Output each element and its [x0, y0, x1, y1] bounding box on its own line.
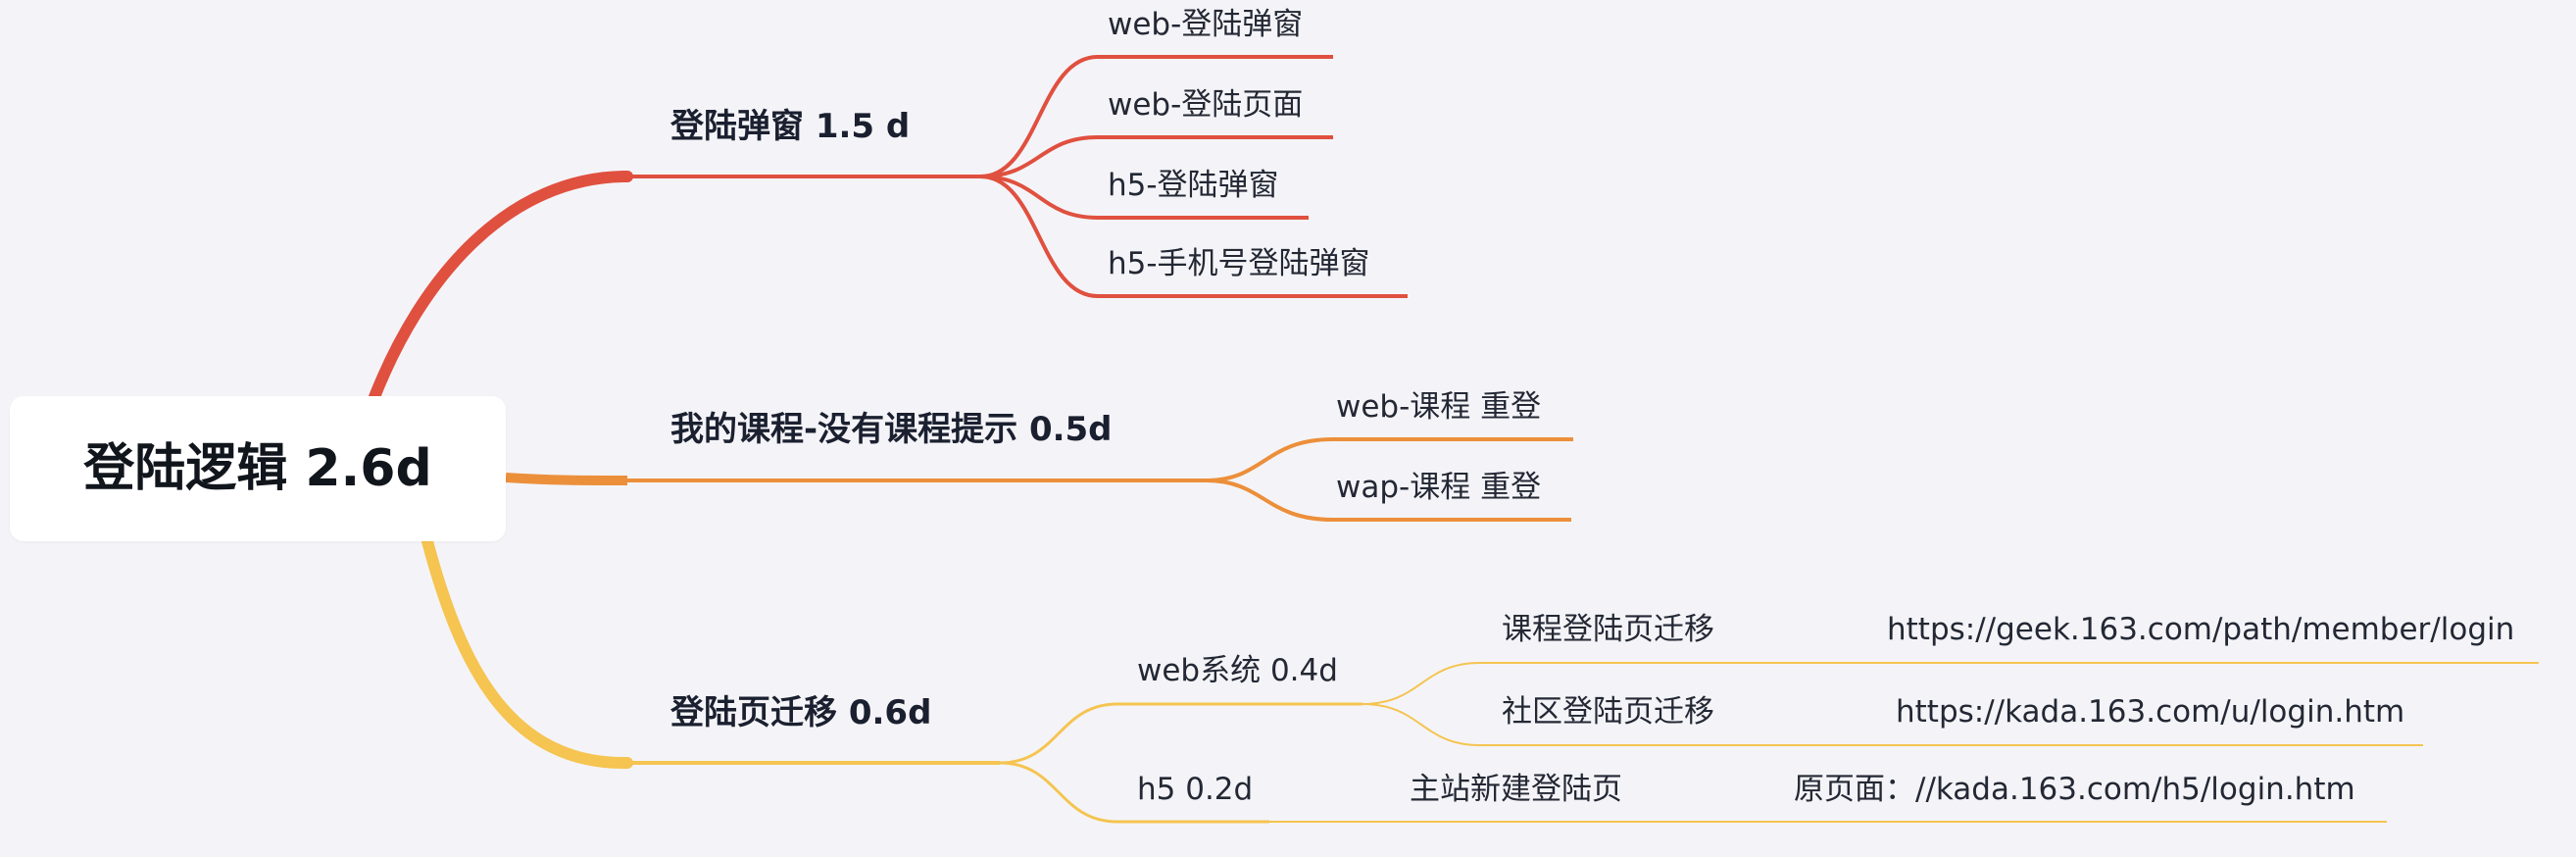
node-web-login-popup[interactable]: web-登陆弹窗	[1108, 10, 1303, 40]
node-web-login-page[interactable]: web-登陆页面	[1108, 90, 1303, 121]
node-web-system[interactable]: web系统 0.4d	[1137, 656, 1338, 686]
branch-login-migration-label[interactable]: 登陆页迁移 0.6d	[670, 696, 931, 730]
node-main-site-new-login-page[interactable]: 主站新建登陆页	[1410, 775, 1622, 805]
node-h5-login-popup[interactable]: h5-登陆弹窗	[1108, 171, 1279, 201]
connector-root-my-course	[505, 473, 628, 485]
root-node-label: 登陆逻辑 2.6d	[83, 439, 432, 498]
node-h5-phone-login-popup[interactable]: h5-手机号登陆弹窗	[1108, 249, 1370, 279]
note-course-login-url[interactable]: https://geek.163.com/path/member/login	[1887, 615, 2514, 645]
root-node[interactable]: 登陆逻辑 2.6d	[10, 396, 506, 541]
connector-root-login-popup	[367, 171, 633, 408]
branch-login-popup-label[interactable]: 登陆弹窗 1.5 d	[670, 110, 910, 143]
connector-migration-web	[999, 702, 1362, 765]
connector-root-login-migration	[421, 535, 633, 770]
node-community-login-migration[interactable]: 社区登陆页迁移	[1502, 697, 1714, 728]
node-course-login-migration[interactable]: 课程登陆页迁移	[1502, 615, 1714, 645]
note-original-page-url[interactable]: 原页面：//kada.163.com/h5/login.htm	[1794, 775, 2355, 805]
node-h5[interactable]: h5 0.2d	[1137, 775, 1253, 805]
branch-my-course-label[interactable]: 我的课程-没有课程提示 0.5d	[670, 413, 1113, 446]
node-wap-course-relogin[interactable]: wap-课程 重登	[1336, 473, 1541, 503]
node-web-course-relogin[interactable]: web-课程 重登	[1336, 392, 1541, 423]
note-community-login-url[interactable]: https://kada.163.com/u/login.htm	[1896, 697, 2404, 728]
